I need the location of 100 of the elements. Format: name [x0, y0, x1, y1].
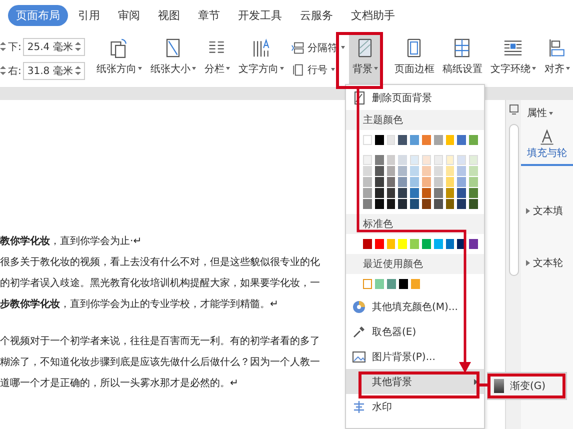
- color-swatch[interactable]: [374, 166, 384, 176]
- panel-title[interactable]: 属性: [521, 106, 553, 120]
- ribbon-tab[interactable]: 文档助手: [343, 4, 403, 26]
- color-swatch[interactable]: [410, 166, 419, 176]
- color-swatch[interactable]: [363, 239, 372, 249]
- color-swatch[interactable]: [457, 135, 466, 145]
- color-swatch[interactable]: [469, 177, 478, 187]
- margin-field[interactable]: 25.4 毫米: [23, 38, 86, 56]
- panel-section[interactable]: 文本轮: [521, 256, 563, 270]
- color-swatch[interactable]: [434, 135, 443, 145]
- color-swatch[interactable]: [374, 155, 384, 165]
- menu-item[interactable]: 其他填充颜色(M)...: [346, 294, 484, 319]
- scrollbar[interactable]: [505, 100, 521, 429]
- color-swatch[interactable]: [469, 135, 478, 145]
- color-swatch[interactable]: [410, 199, 419, 209]
- color-swatch[interactable]: [457, 188, 466, 198]
- color-swatch[interactable]: [398, 135, 408, 145]
- color-swatch[interactable]: [446, 135, 454, 145]
- color-swatch[interactable]: [422, 239, 431, 249]
- ribbon-button[interactable]: 文字方向: [235, 34, 288, 84]
- panel-tab[interactable]: 填充与轮: [521, 128, 573, 166]
- ribbon-button[interactable]: 纸张大小: [147, 34, 200, 84]
- ribbon-button[interactable]: 稿纸设置: [439, 34, 486, 84]
- color-swatch[interactable]: [469, 188, 478, 198]
- spinner-icon[interactable]: [0, 66, 6, 75]
- color-swatch[interactable]: [446, 177, 454, 187]
- color-swatch[interactable]: [386, 199, 396, 209]
- color-swatch[interactable]: [399, 279, 408, 289]
- color-swatch[interactable]: [434, 166, 443, 176]
- color-swatch[interactable]: [398, 166, 408, 176]
- color-swatch[interactable]: [410, 239, 419, 249]
- color-swatch[interactable]: [457, 166, 466, 176]
- ribbon-button[interactable]: 分隔符: [289, 40, 348, 56]
- color-swatch[interactable]: [363, 199, 372, 209]
- color-swatch[interactable]: [422, 199, 431, 209]
- color-swatch[interactable]: [410, 188, 419, 198]
- ribbon-button[interactable]: 分栏: [201, 34, 234, 84]
- color-swatch[interactable]: [434, 177, 443, 187]
- margin-field[interactable]: 31.8 毫米: [23, 62, 86, 80]
- color-swatch[interactable]: [410, 177, 419, 187]
- ribbon-button[interactable]: 行号: [289, 62, 348, 78]
- menu-item[interactable]: 删除页面背景: [346, 85, 484, 110]
- menu-item[interactable]: 图片背景(P)...: [346, 344, 484, 369]
- ribbon-tab[interactable]: 引用: [70, 4, 108, 26]
- color-swatch[interactable]: [387, 279, 396, 289]
- color-swatch[interactable]: [363, 188, 372, 198]
- ribbon-button[interactable]: 页面边框: [391, 34, 438, 84]
- color-swatch[interactable]: [398, 155, 408, 165]
- color-swatch[interactable]: [446, 239, 454, 249]
- color-swatch[interactable]: [374, 177, 384, 187]
- color-swatch[interactable]: [457, 177, 466, 187]
- spinner-icon[interactable]: [0, 42, 6, 51]
- ribbon-tab[interactable]: 页面布局: [8, 4, 68, 26]
- color-swatch[interactable]: [374, 188, 384, 198]
- color-swatch[interactable]: [434, 239, 443, 249]
- color-swatch[interactable]: [386, 155, 396, 165]
- color-swatch[interactable]: [422, 177, 431, 187]
- ribbon-button[interactable]: 对齐: [541, 34, 573, 84]
- ribbon-button[interactable]: 文字环绕: [487, 34, 540, 84]
- color-swatch[interactable]: [363, 177, 372, 187]
- ribbon-tab[interactable]: 开发工具: [230, 4, 290, 26]
- panel-icon[interactable]: [508, 104, 518, 116]
- color-swatch[interactable]: [422, 135, 431, 145]
- color-swatch[interactable]: [363, 166, 372, 176]
- ribbon-tab[interactable]: 视图: [150, 4, 188, 26]
- scroll-thumb[interactable]: [508, 124, 518, 276]
- menu-item[interactable]: 取色器(E): [346, 319, 484, 344]
- color-swatch[interactable]: [398, 239, 408, 249]
- color-swatch[interactable]: [374, 199, 384, 209]
- menu-item[interactable]: 水印: [346, 394, 484, 419]
- color-swatch[interactable]: [398, 188, 408, 198]
- panel-section[interactable]: 文本填: [521, 204, 563, 218]
- color-swatch[interactable]: [446, 199, 454, 209]
- color-swatch[interactable]: [446, 166, 454, 176]
- ribbon-tab[interactable]: 云服务: [292, 4, 341, 26]
- color-swatch[interactable]: [469, 239, 478, 249]
- color-swatch[interactable]: [386, 239, 396, 249]
- menu-item[interactable]: 渐变(G): [488, 373, 566, 399]
- ribbon-button[interactable]: 纸张方向: [93, 34, 146, 84]
- color-swatch[interactable]: [386, 188, 396, 198]
- color-swatch[interactable]: [446, 188, 454, 198]
- color-swatch[interactable]: [469, 199, 478, 209]
- color-swatch[interactable]: [398, 177, 408, 187]
- color-swatch[interactable]: [457, 199, 466, 209]
- color-swatch[interactable]: [398, 199, 408, 209]
- ribbon-button[interactable]: 背景: [349, 34, 382, 84]
- color-swatch[interactable]: [374, 239, 384, 249]
- ribbon-tab[interactable]: 审阅: [110, 4, 148, 26]
- color-swatch[interactable]: [411, 279, 420, 289]
- color-swatch[interactable]: [469, 166, 478, 176]
- color-swatch[interactable]: [422, 166, 431, 176]
- color-swatch[interactable]: [434, 199, 443, 209]
- color-swatch[interactable]: [422, 188, 431, 198]
- color-swatch[interactable]: [386, 177, 396, 187]
- color-swatch[interactable]: [386, 166, 396, 176]
- color-swatch[interactable]: [410, 135, 420, 145]
- color-swatch[interactable]: [363, 279, 372, 289]
- color-swatch[interactable]: [374, 135, 384, 145]
- ribbon-tab[interactable]: 章节: [190, 4, 228, 26]
- color-swatch[interactable]: [375, 279, 384, 289]
